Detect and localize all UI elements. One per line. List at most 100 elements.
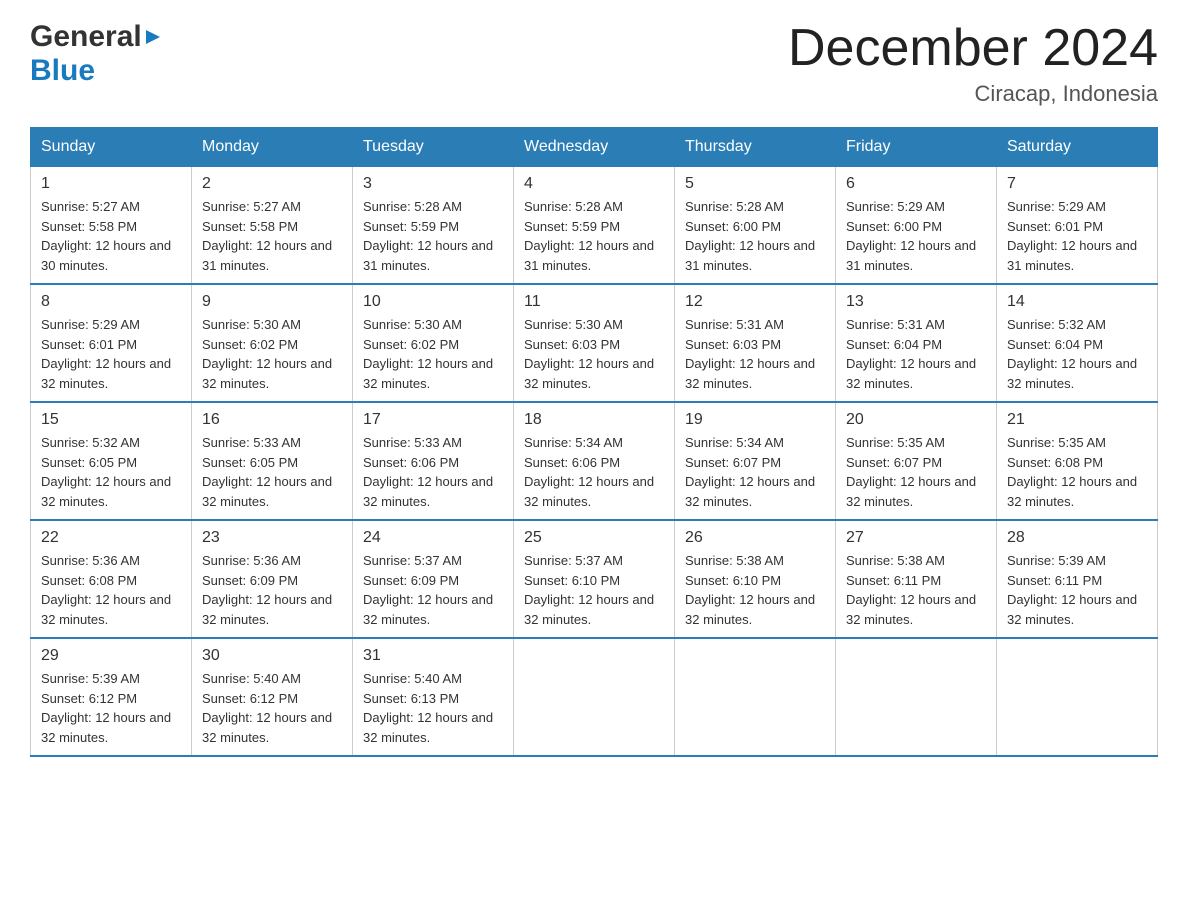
- day-info: Sunrise: 5:27 AMSunset: 5:58 PMDaylight:…: [202, 199, 332, 273]
- calendar-cell: 2 Sunrise: 5:27 AMSunset: 5:58 PMDayligh…: [192, 167, 353, 285]
- calendar-cell: [836, 638, 997, 756]
- day-info: Sunrise: 5:35 AMSunset: 6:07 PMDaylight:…: [846, 435, 976, 509]
- day-info: Sunrise: 5:33 AMSunset: 6:06 PMDaylight:…: [363, 435, 493, 509]
- day-number: 24: [363, 529, 503, 547]
- calendar-cell: 6 Sunrise: 5:29 AMSunset: 6:00 PMDayligh…: [836, 167, 997, 285]
- day-number: 5: [685, 175, 825, 193]
- day-info: Sunrise: 5:28 AMSunset: 5:59 PMDaylight:…: [524, 199, 654, 273]
- calendar-cell: [514, 638, 675, 756]
- logo-general-text: General: [30, 20, 142, 54]
- calendar-cell: 23 Sunrise: 5:36 AMSunset: 6:09 PMDaylig…: [192, 520, 353, 638]
- day-number: 22: [41, 529, 181, 547]
- day-info: Sunrise: 5:30 AMSunset: 6:02 PMDaylight:…: [363, 317, 493, 391]
- day-info: Sunrise: 5:34 AMSunset: 6:06 PMDaylight:…: [524, 435, 654, 509]
- day-info: Sunrise: 5:30 AMSunset: 6:02 PMDaylight:…: [202, 317, 332, 391]
- day-info: Sunrise: 5:38 AMSunset: 6:11 PMDaylight:…: [846, 553, 976, 627]
- calendar-cell: 17 Sunrise: 5:33 AMSunset: 6:06 PMDaylig…: [353, 402, 514, 520]
- day-number: 9: [202, 293, 342, 311]
- calendar-cell: 15 Sunrise: 5:32 AMSunset: 6:05 PMDaylig…: [31, 402, 192, 520]
- day-info: Sunrise: 5:39 AMSunset: 6:12 PMDaylight:…: [41, 671, 171, 745]
- calendar-cell: 5 Sunrise: 5:28 AMSunset: 6:00 PMDayligh…: [675, 167, 836, 285]
- day-number: 13: [846, 293, 986, 311]
- weekday-header-row: SundayMondayTuesdayWednesdayThursdayFrid…: [31, 128, 1158, 167]
- calendar-week-row: 15 Sunrise: 5:32 AMSunset: 6:05 PMDaylig…: [31, 402, 1158, 520]
- calendar-cell: 3 Sunrise: 5:28 AMSunset: 5:59 PMDayligh…: [353, 167, 514, 285]
- calendar-cell: 27 Sunrise: 5:38 AMSunset: 6:11 PMDaylig…: [836, 520, 997, 638]
- logo-blue-text: Blue: [30, 54, 95, 87]
- day-info: Sunrise: 5:28 AMSunset: 6:00 PMDaylight:…: [685, 199, 815, 273]
- day-info: Sunrise: 5:40 AMSunset: 6:12 PMDaylight:…: [202, 671, 332, 745]
- calendar-cell: 9 Sunrise: 5:30 AMSunset: 6:02 PMDayligh…: [192, 284, 353, 402]
- day-number: 17: [363, 411, 503, 429]
- calendar-cell: 10 Sunrise: 5:30 AMSunset: 6:02 PMDaylig…: [353, 284, 514, 402]
- day-info: Sunrise: 5:37 AMSunset: 6:10 PMDaylight:…: [524, 553, 654, 627]
- weekday-header-saturday: Saturday: [997, 128, 1158, 167]
- calendar-cell: 28 Sunrise: 5:39 AMSunset: 6:11 PMDaylig…: [997, 520, 1158, 638]
- weekday-header-friday: Friday: [836, 128, 997, 167]
- weekday-header-sunday: Sunday: [31, 128, 192, 167]
- weekday-header-monday: Monday: [192, 128, 353, 167]
- day-number: 20: [846, 411, 986, 429]
- logo: General Blue: [30, 20, 164, 88]
- day-number: 4: [524, 175, 664, 193]
- calendar-cell: 30 Sunrise: 5:40 AMSunset: 6:12 PMDaylig…: [192, 638, 353, 756]
- day-info: Sunrise: 5:32 AMSunset: 6:05 PMDaylight:…: [41, 435, 171, 509]
- day-number: 25: [524, 529, 664, 547]
- weekday-header-wednesday: Wednesday: [514, 128, 675, 167]
- location-text: Ciracap, Indonesia: [788, 81, 1158, 107]
- calendar-cell: 21 Sunrise: 5:35 AMSunset: 6:08 PMDaylig…: [997, 402, 1158, 520]
- day-info: Sunrise: 5:35 AMSunset: 6:08 PMDaylight:…: [1007, 435, 1137, 509]
- calendar-cell: 26 Sunrise: 5:38 AMSunset: 6:10 PMDaylig…: [675, 520, 836, 638]
- day-number: 11: [524, 293, 664, 311]
- calendar-cell: 29 Sunrise: 5:39 AMSunset: 6:12 PMDaylig…: [31, 638, 192, 756]
- calendar-cell: [675, 638, 836, 756]
- day-number: 2: [202, 175, 342, 193]
- weekday-header-tuesday: Tuesday: [353, 128, 514, 167]
- day-number: 26: [685, 529, 825, 547]
- day-number: 14: [1007, 293, 1147, 311]
- day-info: Sunrise: 5:27 AMSunset: 5:58 PMDaylight:…: [41, 199, 171, 273]
- day-number: 8: [41, 293, 181, 311]
- day-info: Sunrise: 5:30 AMSunset: 6:03 PMDaylight:…: [524, 317, 654, 391]
- day-number: 12: [685, 293, 825, 311]
- day-number: 10: [363, 293, 503, 311]
- day-number: 7: [1007, 175, 1147, 193]
- day-info: Sunrise: 5:37 AMSunset: 6:09 PMDaylight:…: [363, 553, 493, 627]
- calendar-cell: 11 Sunrise: 5:30 AMSunset: 6:03 PMDaylig…: [514, 284, 675, 402]
- day-number: 30: [202, 647, 342, 665]
- day-info: Sunrise: 5:29 AMSunset: 6:00 PMDaylight:…: [846, 199, 976, 273]
- day-info: Sunrise: 5:33 AMSunset: 6:05 PMDaylight:…: [202, 435, 332, 509]
- calendar-cell: 8 Sunrise: 5:29 AMSunset: 6:01 PMDayligh…: [31, 284, 192, 402]
- calendar-cell: 7 Sunrise: 5:29 AMSunset: 6:01 PMDayligh…: [997, 167, 1158, 285]
- logo-arrow-icon: [142, 26, 164, 53]
- calendar-cell: 22 Sunrise: 5:36 AMSunset: 6:08 PMDaylig…: [31, 520, 192, 638]
- day-info: Sunrise: 5:40 AMSunset: 6:13 PMDaylight:…: [363, 671, 493, 745]
- calendar-cell: 16 Sunrise: 5:33 AMSunset: 6:05 PMDaylig…: [192, 402, 353, 520]
- day-number: 18: [524, 411, 664, 429]
- day-info: Sunrise: 5:32 AMSunset: 6:04 PMDaylight:…: [1007, 317, 1137, 391]
- calendar-cell: 19 Sunrise: 5:34 AMSunset: 6:07 PMDaylig…: [675, 402, 836, 520]
- calendar-cell: [997, 638, 1158, 756]
- day-number: 19: [685, 411, 825, 429]
- calendar-cell: 18 Sunrise: 5:34 AMSunset: 6:06 PMDaylig…: [514, 402, 675, 520]
- day-number: 16: [202, 411, 342, 429]
- day-number: 23: [202, 529, 342, 547]
- day-number: 21: [1007, 411, 1147, 429]
- day-info: Sunrise: 5:31 AMSunset: 6:03 PMDaylight:…: [685, 317, 815, 391]
- day-number: 3: [363, 175, 503, 193]
- day-info: Sunrise: 5:28 AMSunset: 5:59 PMDaylight:…: [363, 199, 493, 273]
- day-info: Sunrise: 5:29 AMSunset: 6:01 PMDaylight:…: [1007, 199, 1137, 273]
- day-number: 6: [846, 175, 986, 193]
- calendar-week-row: 8 Sunrise: 5:29 AMSunset: 6:01 PMDayligh…: [31, 284, 1158, 402]
- calendar-week-row: 1 Sunrise: 5:27 AMSunset: 5:58 PMDayligh…: [31, 167, 1158, 285]
- day-info: Sunrise: 5:38 AMSunset: 6:10 PMDaylight:…: [685, 553, 815, 627]
- calendar-cell: 25 Sunrise: 5:37 AMSunset: 6:10 PMDaylig…: [514, 520, 675, 638]
- title-section: December 2024 Ciracap, Indonesia: [788, 20, 1158, 107]
- page-header: General Blue December 2024 Ciracap, Indo…: [30, 20, 1158, 107]
- day-number: 1: [41, 175, 181, 193]
- calendar-cell: 14 Sunrise: 5:32 AMSunset: 6:04 PMDaylig…: [997, 284, 1158, 402]
- calendar-week-row: 22 Sunrise: 5:36 AMSunset: 6:08 PMDaylig…: [31, 520, 1158, 638]
- calendar-week-row: 29 Sunrise: 5:39 AMSunset: 6:12 PMDaylig…: [31, 638, 1158, 756]
- day-info: Sunrise: 5:31 AMSunset: 6:04 PMDaylight:…: [846, 317, 976, 391]
- calendar-cell: 20 Sunrise: 5:35 AMSunset: 6:07 PMDaylig…: [836, 402, 997, 520]
